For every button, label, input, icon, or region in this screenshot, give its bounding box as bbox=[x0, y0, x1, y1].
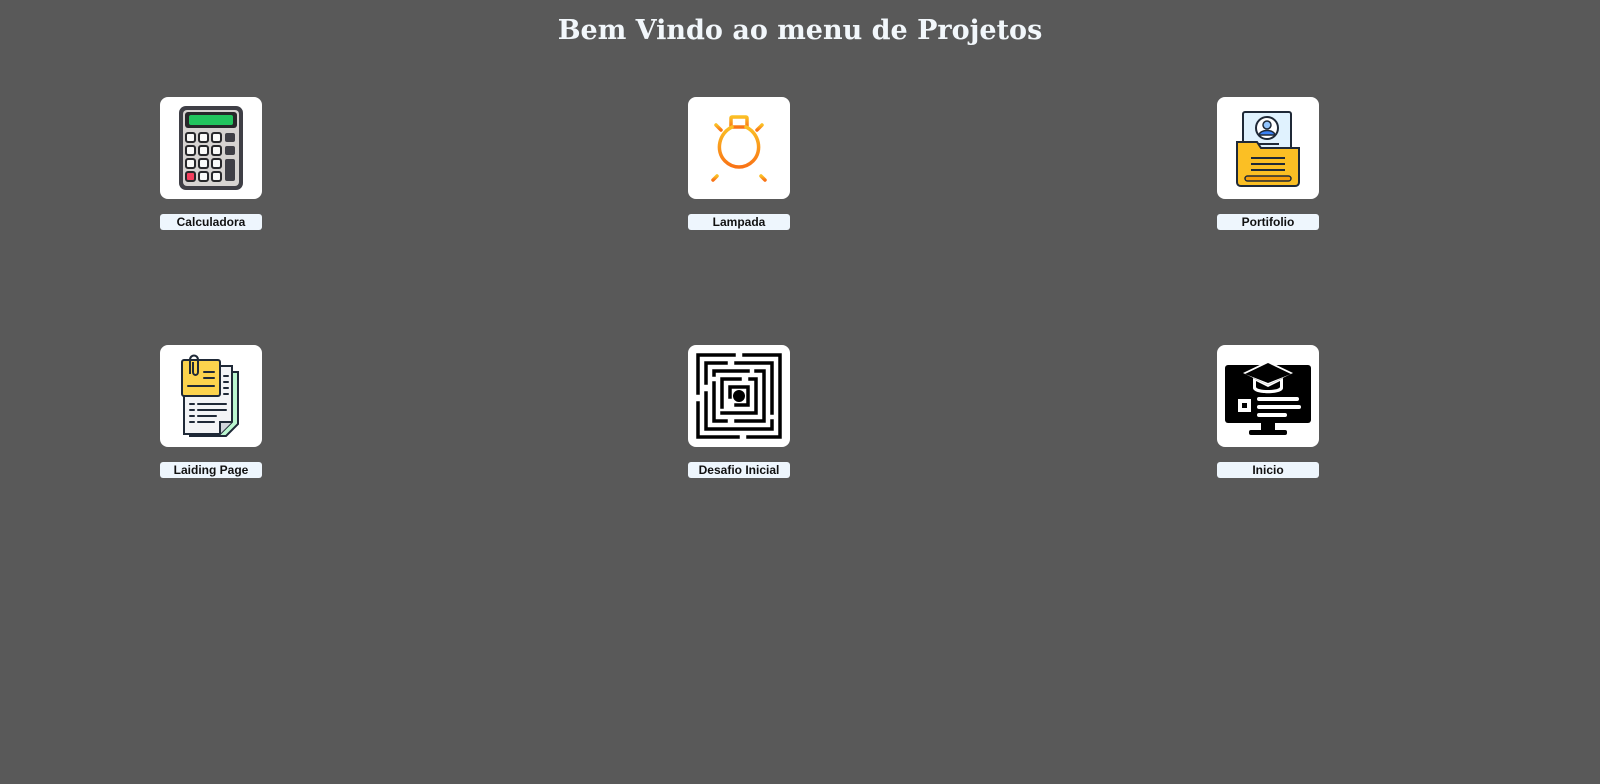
project-inicio[interactable]: Inicio bbox=[1217, 345, 1319, 478]
project-tile[interactable] bbox=[1217, 345, 1319, 447]
page-title: Bem Vindo ao menu de Projetos bbox=[557, 15, 1043, 46]
project-tile[interactable] bbox=[160, 97, 262, 199]
project-calculadora[interactable]: Calculadora bbox=[160, 97, 262, 230]
calculator-icon bbox=[176, 104, 246, 192]
project-label[interactable]: Inicio bbox=[1217, 462, 1319, 478]
documents-icon bbox=[176, 352, 246, 440]
maze-icon bbox=[696, 353, 782, 439]
project-laiding-page[interactable]: Laiding Page bbox=[160, 345, 262, 478]
project-label[interactable]: Calculadora bbox=[160, 214, 262, 230]
lightbulb-icon bbox=[699, 105, 779, 191]
project-label[interactable]: Desafio Inicial bbox=[688, 462, 790, 478]
graduation-monitor-icon bbox=[1223, 355, 1313, 437]
project-desafio-inicial[interactable]: Desafio Inicial bbox=[688, 345, 790, 478]
project-label[interactable]: Lampada bbox=[688, 214, 790, 230]
project-label[interactable]: Portifolio bbox=[1217, 214, 1319, 230]
project-lampada[interactable]: Lampada bbox=[688, 97, 790, 230]
project-tile[interactable] bbox=[688, 97, 790, 199]
project-portifolio[interactable]: Portifolio bbox=[1217, 97, 1319, 230]
project-tile[interactable] bbox=[160, 345, 262, 447]
project-label[interactable]: Laiding Page bbox=[160, 462, 262, 478]
project-tile[interactable] bbox=[688, 345, 790, 447]
portfolio-folder-icon bbox=[1235, 108, 1301, 188]
project-tile[interactable] bbox=[1217, 97, 1319, 199]
